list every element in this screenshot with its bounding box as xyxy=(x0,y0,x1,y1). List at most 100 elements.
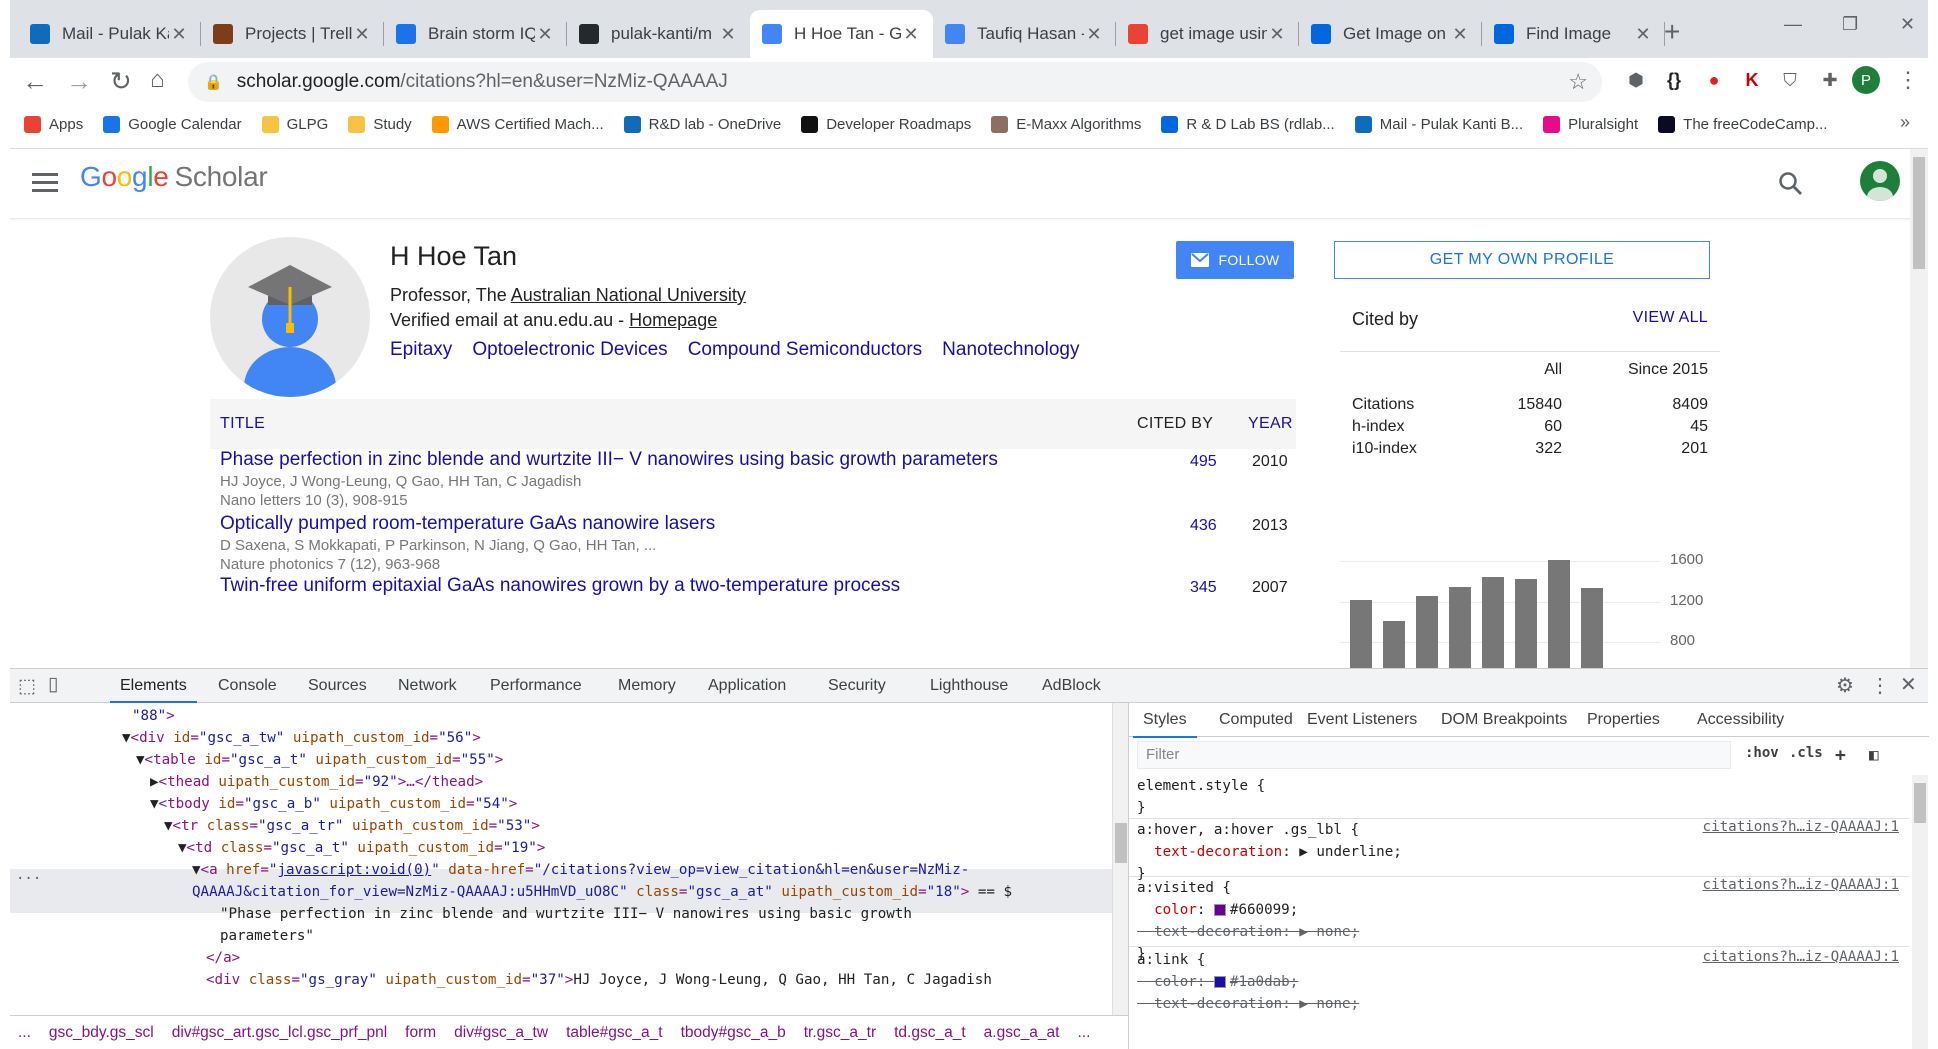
interest-link[interactable]: Compound Semiconductors xyxy=(688,339,922,361)
dom-node-line[interactable]: <div class="gs_gray" uipath_custom_id="3… xyxy=(206,969,992,991)
address-bar[interactable]: 🔒 scholar.google.com/citations?hl=en&use… xyxy=(188,62,1602,102)
styles-subtab[interactable]: Event Listeners xyxy=(1307,711,1417,729)
institution-link[interactable]: Australian National University xyxy=(511,285,746,305)
k-extension-icon[interactable]: K xyxy=(1738,66,1766,94)
devtools-tab-memory[interactable]: Memory xyxy=(618,677,676,695)
close-tab-icon[interactable]: ✕ xyxy=(901,24,921,45)
rule-source-link[interactable]: citations?h…iz-QAAAAJ:1 xyxy=(1703,949,1899,965)
breadcrumb-item[interactable]: gsc_bdy.gs_scl xyxy=(49,1024,154,1042)
devtools-tab-network[interactable]: Network xyxy=(398,677,457,695)
dom-node-line[interactable]: ▼<a href="javascript:void(0)" data-href=… xyxy=(192,859,969,881)
bookmark-item[interactable]: R & D Lab BS (rdlab... xyxy=(1161,115,1335,133)
close-tab-icon[interactable]: ✕ xyxy=(352,24,372,45)
elements-tree[interactable]: ··· "88"> ▼<div id="gsc_a_tw" uipath_cust… xyxy=(10,703,1112,1015)
menu-kebab-icon[interactable]: ⋮ xyxy=(1894,66,1922,94)
bookmarks-overflow-icon[interactable]: » xyxy=(1900,112,1910,133)
browser-tab[interactable]: Mail - Pulak Ka ✕ xyxy=(18,10,201,58)
close-tab-icon[interactable]: ✕ xyxy=(169,24,189,45)
minimize-icon[interactable]: — xyxy=(1784,14,1802,35)
forward-icon[interactable]: → xyxy=(66,66,92,97)
close-tab-icon[interactable]: ✕ xyxy=(718,24,738,45)
styles-subtab[interactable]: DOM Breakpoints xyxy=(1441,711,1567,729)
view-all-link[interactable]: VIEW ALL xyxy=(1633,309,1708,330)
article-title-link[interactable]: Phase perfection in zinc blende and wurt… xyxy=(220,449,998,471)
styles-subtab[interactable]: Accessibility xyxy=(1697,711,1784,729)
page-scrollbar[interactable] xyxy=(1910,149,1928,668)
rule-source-link[interactable]: citations?h…iz-QAAAAJ:1 xyxy=(1703,819,1899,835)
homepage-link[interactable]: Homepage xyxy=(629,310,717,330)
bookmark-item[interactable]: Apps xyxy=(24,115,83,133)
devtools-menu-icon[interactable]: ⋮ xyxy=(1870,673,1890,698)
bookmark-star-icon[interactable]: ☆ xyxy=(1568,69,1588,95)
devtools-tab-console[interactable]: Console xyxy=(218,677,277,695)
bookmark-item[interactable]: R&D lab - OneDrive xyxy=(623,115,781,133)
rule-prop[interactable]: color xyxy=(1154,902,1197,918)
devtools-tab-security[interactable]: Security xyxy=(828,677,886,695)
hov-toggle[interactable]: :hov xyxy=(1745,745,1779,761)
scholar-logo[interactable]: Google Scholar xyxy=(80,161,268,193)
rule-prop[interactable]: text-decoration xyxy=(1154,996,1282,1012)
breadcrumb-item[interactable]: form xyxy=(405,1024,436,1042)
breadcrumb-item[interactable]: a.gsc_a_at xyxy=(984,1024,1060,1042)
close-tab-icon[interactable]: ✕ xyxy=(1450,24,1470,45)
device-toolbar-icon[interactable]: ▯ xyxy=(48,673,58,696)
maximize-icon[interactable]: ❐ xyxy=(1842,14,1858,35)
get-my-own-profile-button[interactable]: GET MY OWN PROFILE xyxy=(1334,241,1710,279)
bookmark-item[interactable]: Google Calendar xyxy=(103,115,242,133)
breadcrumb-item[interactable]: table#gsc_a_t xyxy=(566,1024,663,1042)
rule-prop[interactable]: text-decoration xyxy=(1154,924,1282,940)
styles-scrollbar[interactable] xyxy=(1912,775,1928,1049)
browser-tab[interactable]: Find Image ✕ xyxy=(1482,10,1665,58)
rule-val[interactable]: none; xyxy=(1316,996,1359,1012)
rule-val[interactable]: #1a0dab; xyxy=(1230,974,1298,990)
bookmark-item[interactable]: GLPG xyxy=(261,115,328,133)
article-title-link[interactable]: Twin-free uniform epitaxial GaAs nanowir… xyxy=(220,575,900,597)
dom-node-line[interactable]: QAAAAJ&citation_for_view=NzMiz-QAAAAJ:u5… xyxy=(192,881,1012,903)
inspect-element-icon[interactable]: ⬚ xyxy=(18,675,36,698)
browser-tab[interactable]: Projects | Trello ✕ xyxy=(201,10,384,58)
devtools-tab-lighthouse[interactable]: Lighthouse xyxy=(930,677,1008,695)
settings-gear-icon[interactable]: ⚙ xyxy=(1836,673,1854,698)
article-cited-count[interactable]: 436 xyxy=(1190,517,1217,535)
bookmark-item[interactable]: AWS Certified Mach... xyxy=(431,115,604,133)
shield-extension-icon[interactable]: ⛉ xyxy=(1776,66,1804,94)
hamburger-menu-icon[interactable] xyxy=(32,173,58,197)
breadcrumb-item[interactable]: ... xyxy=(18,1024,31,1042)
close-tab-icon[interactable]: ✕ xyxy=(1267,24,1287,45)
close-tab-icon[interactable]: ✕ xyxy=(1084,24,1104,45)
new-style-rule-icon[interactable]: + xyxy=(1835,745,1846,766)
back-icon[interactable]: ← xyxy=(22,66,48,97)
interest-link[interactable]: Optoelectronic Devices xyxy=(472,339,667,361)
dom-node-line[interactable]: ▶<thead uipath_custom_id="92">…</thead> xyxy=(150,771,483,793)
dom-node-line[interactable]: "Phase perfection in zinc blende and wur… xyxy=(220,903,912,925)
breadcrumb-item[interactable]: td.gsc_a_t xyxy=(894,1024,966,1042)
article-cited-count[interactable]: 495 xyxy=(1190,453,1217,471)
extension-icon[interactable]: ⬢ xyxy=(1622,66,1650,94)
color-swatch[interactable] xyxy=(1213,976,1226,988)
bookmark-item[interactable]: Mail - Pulak Kanti B... xyxy=(1354,115,1523,133)
dom-node-line[interactable]: ▼<table id="gsc_a_t" uipath_custom_id="5… xyxy=(136,749,503,771)
bookmark-item[interactable]: Developer Roadmaps xyxy=(801,115,971,133)
close-tab-icon[interactable]: ✕ xyxy=(1633,24,1653,45)
rule-prop[interactable]: text-decoration xyxy=(1154,844,1282,860)
node-actions-ellipsis[interactable]: ··· xyxy=(16,871,41,887)
article-cited-count[interactable]: 345 xyxy=(1190,579,1217,597)
rule-source-link[interactable]: citations?h…iz-QAAAAJ:1 xyxy=(1703,877,1899,893)
dom-node-line[interactable]: parameters" xyxy=(220,925,314,947)
devtools-tab-application[interactable]: Application xyxy=(708,677,786,695)
bookmark-item[interactable]: E-Maxx Algorithms xyxy=(991,115,1141,133)
interest-link[interactable]: Nanotechnology xyxy=(942,339,1079,361)
json-extension-icon[interactable]: {} xyxy=(1660,66,1688,94)
browser-tab[interactable]: Get Image on V✕ xyxy=(1299,10,1482,58)
dom-node-line[interactable]: ▼<tr class="gsc_a_tr" uipath_custom_id="… xyxy=(164,815,540,837)
cited-by-header[interactable]: CITED BY xyxy=(1137,415,1213,433)
dom-node-line[interactable]: ▼<td class="gsc_a_t" uipath_custom_id="1… xyxy=(178,837,545,859)
puzzle-extensions-icon[interactable]: ✚ xyxy=(1816,66,1844,94)
dom-node-line[interactable]: ▼<tbody id="gsc_a_b" uipath_custom_id="5… xyxy=(150,793,517,815)
browser-tab[interactable]: Taufiq Hasan - ✕ xyxy=(933,10,1116,58)
bookmark-item[interactable]: The freeCodeCamp... xyxy=(1658,115,1827,133)
interest-link[interactable]: Epitaxy xyxy=(390,339,452,361)
browser-tab[interactable]: H Hoe Tan - Go ✕ xyxy=(750,10,933,58)
bookmark-item[interactable]: Pluralsight xyxy=(1543,115,1638,133)
dom-node-line[interactable]: ▼<div id="gsc_a_tw" uipath_custom_id="56… xyxy=(122,727,481,749)
